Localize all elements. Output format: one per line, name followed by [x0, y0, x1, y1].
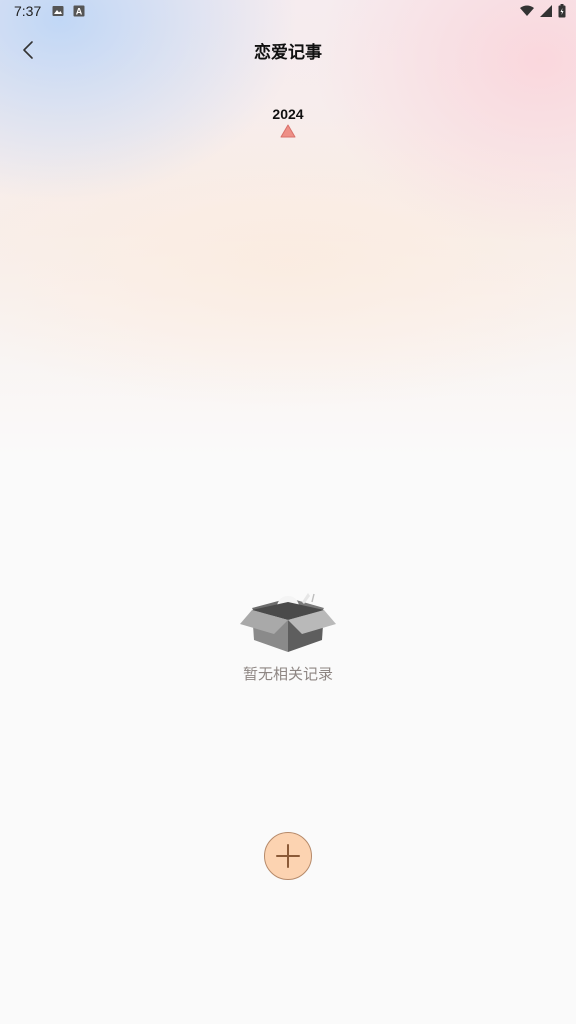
- svg-text:A: A: [76, 7, 83, 17]
- status-time: 7:37: [14, 3, 42, 19]
- status-right-icons: [520, 4, 566, 18]
- page-title: 恋爱记事: [254, 43, 322, 63]
- signal-icon: [540, 5, 552, 17]
- header-gradient-background: [0, 0, 576, 460]
- a-icon: A: [73, 5, 85, 17]
- year-label: 2024: [272, 106, 304, 122]
- triangle-up-icon: [280, 124, 296, 138]
- empty-box-icon: [240, 593, 336, 652]
- add-record-button[interactable]: [264, 832, 312, 880]
- image-icon: [52, 6, 64, 16]
- wifi-icon: [520, 5, 534, 16]
- battery-icon: [558, 4, 566, 18]
- plus-icon: [276, 844, 300, 868]
- status-bar: 7:37 A: [0, 0, 576, 24]
- year-selector[interactable]: 2024: [238, 106, 338, 138]
- empty-state-text: 暂无相关记录: [242, 665, 333, 683]
